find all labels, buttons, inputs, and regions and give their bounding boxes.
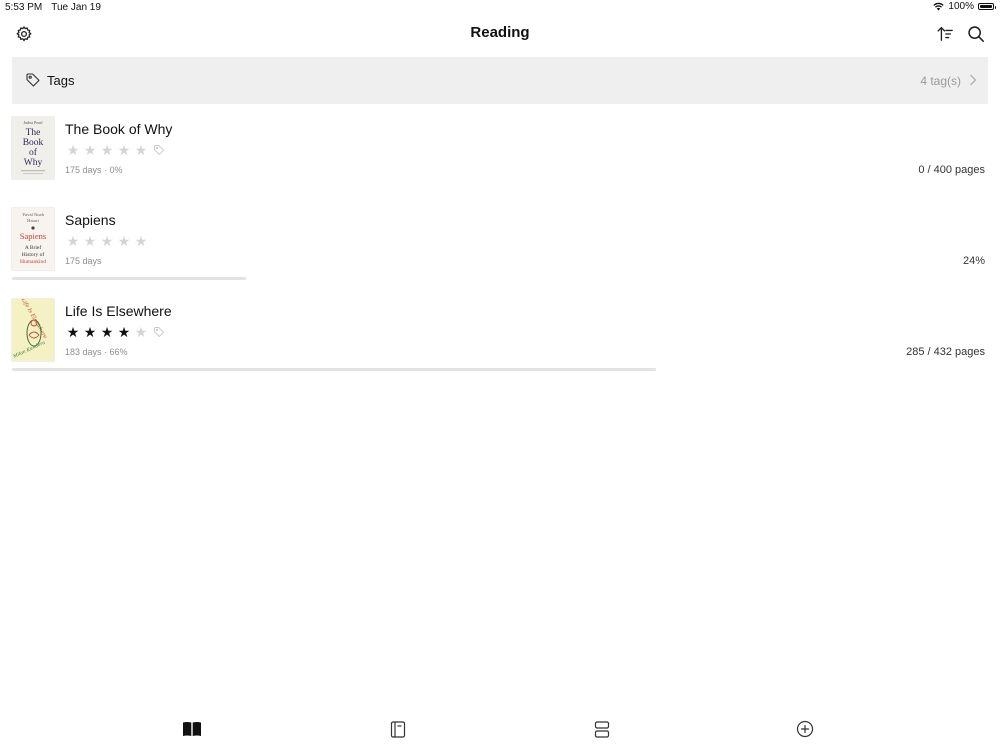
rating-stars[interactable]: ★ ★ ★ ★ ★ <box>66 142 165 158</box>
star-icon[interactable]: ★ <box>134 324 148 340</box>
cover-text: History of <box>22 251 45 258</box>
book-progress-text: 285 / 432 pages <box>906 346 985 358</box>
battery-fill <box>980 5 992 8</box>
book-row-the-book-of-why[interactable]: Judea Pearl The Book of Why The Book of … <box>12 117 988 207</box>
tab-bar <box>0 710 1000 750</box>
battery-percent: 100% <box>948 1 974 12</box>
star-icon[interactable]: ★ <box>100 142 114 158</box>
tags-label: Tags <box>47 73 75 88</box>
star-icon[interactable]: ★ <box>100 324 114 340</box>
book-progress-text: 0 / 400 pages <box>918 164 985 176</box>
star-icon[interactable]: ★ <box>83 142 97 158</box>
status-bar: 5:53 PM Tue Jan 19 100% <box>0 0 1000 16</box>
status-date: Tue Jan 19 <box>51 2 101 13</box>
progress-bar <box>12 368 656 371</box>
star-icon[interactable]: ★ <box>66 142 80 158</box>
star-icon[interactable]: ★ <box>117 142 131 158</box>
status-right: 100% <box>933 1 996 12</box>
search-icon[interactable] <box>966 24 986 44</box>
star-icon[interactable]: ★ <box>66 324 80 340</box>
cover-text: Humankind <box>20 259 46 265</box>
cover-text: The <box>26 128 41 138</box>
star-icon[interactable]: ★ <box>66 233 80 249</box>
book-cover-sapiens[interactable]: Yuval Noah Harari Sapiens A Brief Histor… <box>12 208 54 270</box>
star-icon[interactable]: ★ <box>83 233 97 249</box>
book-meta: 183 days · 66% <box>65 347 128 357</box>
app-root: 5:53 PM Tue Jan 19 100% Reading Tags 4 t… <box>0 0 1000 750</box>
chevron-right-icon <box>970 74 977 86</box>
book-cover-the-book-of-why[interactable]: Judea Pearl The Book of Why <box>12 117 54 179</box>
star-icon[interactable]: ★ <box>134 233 148 249</box>
wifi-icon <box>933 2 945 11</box>
cover-text: Judea Pearl <box>23 120 43 125</box>
cover-text: Why <box>24 158 43 168</box>
star-icon[interactable]: ★ <box>117 324 131 340</box>
star-icon[interactable]: ★ <box>83 324 97 340</box>
cover-text: A Brief <box>25 244 42 251</box>
tag-icon[interactable] <box>153 144 165 156</box>
cover-text: Yuval Noah <box>22 212 45 217</box>
book-title: Life Is Elsewhere <box>65 303 172 319</box>
star-icon[interactable]: ★ <box>117 233 131 249</box>
book-title: The Book of Why <box>65 121 173 137</box>
sort-icon[interactable] <box>935 24 955 44</box>
cover-text: Life Is Elsewhere <box>19 299 48 340</box>
cover-text: Harari <box>27 218 39 223</box>
progress-bar <box>12 277 246 280</box>
rating-stars[interactable]: ★ ★ ★ ★ ★ <box>66 324 165 340</box>
tags-row[interactable]: Tags 4 tag(s) <box>12 57 988 104</box>
book-title: Sapiens <box>65 212 116 228</box>
status-time: 5:53 PM <box>5 2 43 13</box>
rating-stars[interactable]: ★ ★ ★ ★ ★ <box>66 233 148 249</box>
shelves-icon[interactable] <box>591 718 613 740</box>
book-cover-life-is-elsewhere[interactable]: Life Is Elsewhere Milan Kundera <box>12 299 54 361</box>
tag-icon <box>26 73 40 87</box>
book-meta: 175 days <box>65 256 102 266</box>
add-icon[interactable] <box>794 718 816 740</box>
library-icon[interactable] <box>181 718 203 740</box>
book-row-sapiens[interactable]: Yuval Noah Harari Sapiens A Brief Histor… <box>12 208 988 298</box>
cover-text: Sapiens <box>20 231 46 241</box>
notebook-icon[interactable] <box>387 718 409 740</box>
cover-text: Book <box>23 138 44 148</box>
star-icon[interactable]: ★ <box>134 142 148 158</box>
star-icon[interactable]: ★ <box>100 233 114 249</box>
cover-text: of <box>29 147 38 158</box>
status-left: 5:53 PM Tue Jan 19 <box>5 2 101 13</box>
battery-icon <box>978 3 996 10</box>
tag-icon[interactable] <box>153 326 165 338</box>
book-row-life-is-elsewhere[interactable]: Life Is Elsewhere Milan Kundera Life Is … <box>12 299 988 389</box>
book-progress-text: 24% <box>962 255 985 267</box>
nav-bar: Reading <box>0 16 1000 52</box>
page-title: Reading <box>470 24 530 41</box>
tags-count: 4 tag(s) <box>920 74 961 88</box>
book-meta: 175 days · 0% <box>65 165 123 175</box>
